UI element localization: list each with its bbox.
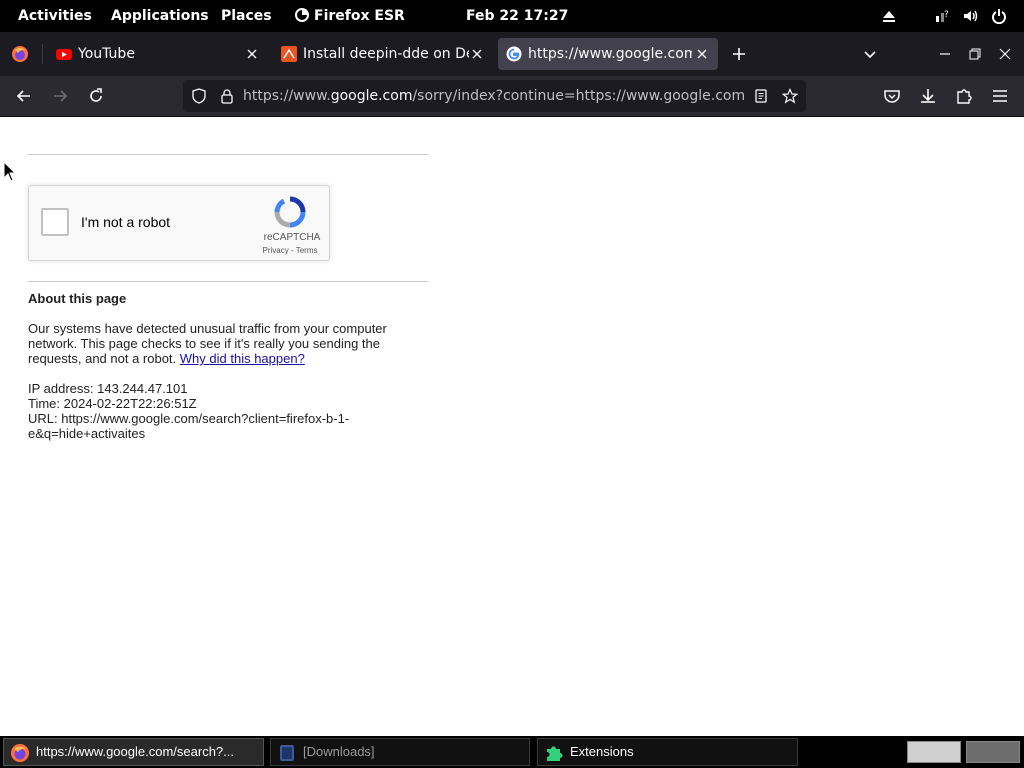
- recaptcha-logo-icon: [274, 196, 306, 228]
- svg-text:?: ?: [944, 10, 949, 20]
- google-icon: [506, 46, 522, 62]
- tab-title: https://www.google.com/: [528, 46, 692, 62]
- tab-youtube[interactable]: YouTube: [48, 38, 266, 70]
- workspace-2[interactable]: [966, 741, 1020, 763]
- extensions-puzzle-icon[interactable]: [954, 86, 974, 106]
- tab-deepin[interactable]: Install deepin-dde on Del: [273, 38, 491, 70]
- message-line: network. This page checks to see if it's…: [28, 336, 380, 351]
- close-window-icon[interactable]: [997, 46, 1013, 62]
- tab-strip: YouTube Install deepin-dde on Del https:…: [0, 32, 1024, 76]
- url-path: /sorry/index?continue=https://www.google…: [412, 88, 745, 104]
- restore-icon[interactable]: [967, 46, 983, 62]
- network-icon[interactable]: ?: [934, 8, 950, 24]
- taskbar-item-label: [Downloads]: [303, 744, 375, 759]
- divider: [28, 281, 428, 282]
- close-tab-icon[interactable]: [469, 46, 485, 62]
- url-host: google.com: [330, 88, 413, 104]
- back-arrow-icon[interactable]: [14, 86, 34, 106]
- reload-icon[interactable]: [86, 86, 106, 106]
- youtube-icon: [56, 49, 72, 60]
- tab-google[interactable]: https://www.google.com/: [498, 38, 718, 70]
- taskbar-item-extensions[interactable]: Extensions: [537, 738, 798, 766]
- about-title: About this page: [28, 291, 127, 306]
- request-time: Time: 2024-02-22T22:26:51Z: [28, 396, 197, 411]
- extensions-icon: [547, 746, 563, 761]
- activities-button[interactable]: Activities: [18, 0, 92, 32]
- workspace-1[interactable]: [907, 741, 961, 763]
- taskbar-item-label: https://www.google.com/search?...: [36, 744, 234, 759]
- close-tab-icon[interactable]: [694, 46, 710, 62]
- tab-title: Install deepin-dde on Del: [303, 46, 469, 62]
- bookmark-star-icon[interactable]: [782, 88, 798, 104]
- window-list-taskbar: https://www.google.com/search?... [Downl…: [0, 736, 1024, 768]
- why-did-this-happen-link[interactable]: Why did this happen?: [180, 351, 305, 366]
- reader-view-icon[interactable]: [753, 88, 769, 104]
- recaptcha-brand: reCAPTCHA: [263, 232, 321, 243]
- tab-separator: [42, 44, 43, 64]
- lock-icon[interactable]: [219, 88, 235, 104]
- firefox-icon: [11, 744, 29, 762]
- request-url: URL: https://www.google.com/search?clien…: [28, 411, 350, 426]
- mouse-cursor-icon: [3, 161, 17, 182]
- eject-icon[interactable]: [881, 8, 897, 24]
- page-content: I'm not a robot reCAPTCHA Privacy - Term…: [0, 117, 1024, 736]
- hamburger-menu-icon[interactable]: [990, 86, 1010, 106]
- nav-toolbar: https://www.google.com/sorry/index?conti…: [0, 76, 1024, 117]
- request-url-continued: e&q=hide+activaites: [28, 426, 146, 441]
- minimize-icon[interactable]: [937, 46, 953, 62]
- gnome-top-bar: Activities Applications Places Firefox E…: [0, 0, 1024, 32]
- ubuntu-icon: [281, 46, 297, 62]
- recaptcha-privacy-terms-links[interactable]: Privacy - Terms: [257, 246, 323, 255]
- url-bar[interactable]: https://www.google.com/sorry/index?conti…: [183, 80, 806, 112]
- message-line: Our systems have detected unusual traffi…: [28, 321, 387, 336]
- downloads-icon[interactable]: [918, 86, 938, 106]
- app-menu-label: Firefox ESR: [314, 8, 405, 24]
- firefox-view-icon[interactable]: [11, 45, 29, 63]
- taskbar-item-label: Extensions: [570, 744, 634, 759]
- forward-arrow-icon[interactable]: [50, 86, 70, 106]
- url-text[interactable]: https://www.google.com/sorry/index?conti…: [243, 80, 745, 112]
- taskbar-item-firefox[interactable]: https://www.google.com/search?...: [3, 738, 264, 766]
- recaptcha-widget: I'm not a robot reCAPTCHA Privacy - Term…: [28, 185, 330, 261]
- message-line: requests, and not a robot. Why did this …: [28, 351, 400, 366]
- message-last-text: requests, and not a robot.: [28, 351, 177, 366]
- not-a-robot-checkbox[interactable]: [41, 208, 69, 236]
- new-tab-icon[interactable]: [731, 46, 747, 62]
- close-tab-icon[interactable]: [244, 46, 260, 62]
- unusual-traffic-message: Our systems have detected unusual traffi…: [28, 321, 400, 366]
- pocket-icon[interactable]: [882, 86, 902, 106]
- app-menu[interactable]: Firefox ESR: [294, 0, 405, 32]
- taskbar-item-downloads[interactable]: [Downloads]: [270, 738, 530, 766]
- power-icon[interactable]: [991, 8, 1007, 24]
- divider: [28, 154, 428, 155]
- list-all-tabs-icon[interactable]: [862, 46, 878, 62]
- url-prefix: https://www.: [243, 88, 331, 104]
- applications-menu[interactable]: Applications: [111, 0, 209, 32]
- volume-icon[interactable]: [962, 8, 978, 24]
- ip-address: IP address: 143.244.47.101: [28, 381, 188, 396]
- clock[interactable]: Feb 22 17:27: [466, 0, 568, 32]
- not-a-robot-label[interactable]: I'm not a robot: [81, 214, 170, 230]
- files-icon: [280, 745, 294, 761]
- places-menu[interactable]: Places: [221, 0, 272, 32]
- firefox-app-icon: [295, 8, 309, 22]
- tracking-protection-shield-icon[interactable]: [191, 88, 207, 104]
- tab-title: YouTube: [78, 46, 135, 62]
- request-details: IP address: 143.244.47.101 Time: 2024-02…: [28, 381, 400, 441]
